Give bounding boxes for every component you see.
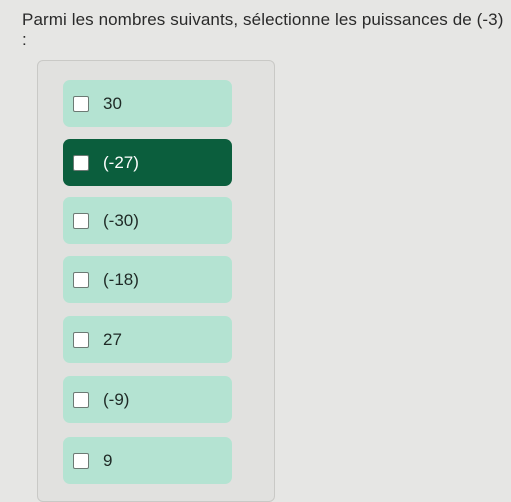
option-minus-9[interactable]: (-9) xyxy=(63,376,232,423)
checkbox-icon[interactable] xyxy=(73,331,89,348)
option-minus-27[interactable]: (-27) xyxy=(63,139,232,186)
option-label: (-27) xyxy=(103,152,139,172)
option-minus-30[interactable]: (-30) xyxy=(63,197,232,244)
option-27[interactable]: 27 xyxy=(63,316,232,363)
option-label: (-30) xyxy=(103,210,139,230)
checkbox-icon[interactable] xyxy=(73,452,89,469)
option-9[interactable]: 9 xyxy=(63,437,232,484)
option-label: (-18) xyxy=(103,269,139,289)
question-text: Parmi les nombres suivants, sélectionne … xyxy=(22,10,504,49)
option-label: 30 xyxy=(103,93,122,113)
option-label: (-9) xyxy=(103,389,130,409)
checkbox-icon[interactable] xyxy=(73,391,89,408)
option-minus-18[interactable]: (-18) xyxy=(63,256,232,303)
checkbox-icon[interactable] xyxy=(73,154,89,171)
checkbox-icon[interactable] xyxy=(73,271,89,288)
option-label: 9 xyxy=(103,450,113,470)
checkbox-icon[interactable] xyxy=(73,212,89,229)
checkbox-icon[interactable] xyxy=(73,95,89,112)
option-label: 27 xyxy=(103,329,122,349)
option-30[interactable]: 30 xyxy=(63,80,232,127)
